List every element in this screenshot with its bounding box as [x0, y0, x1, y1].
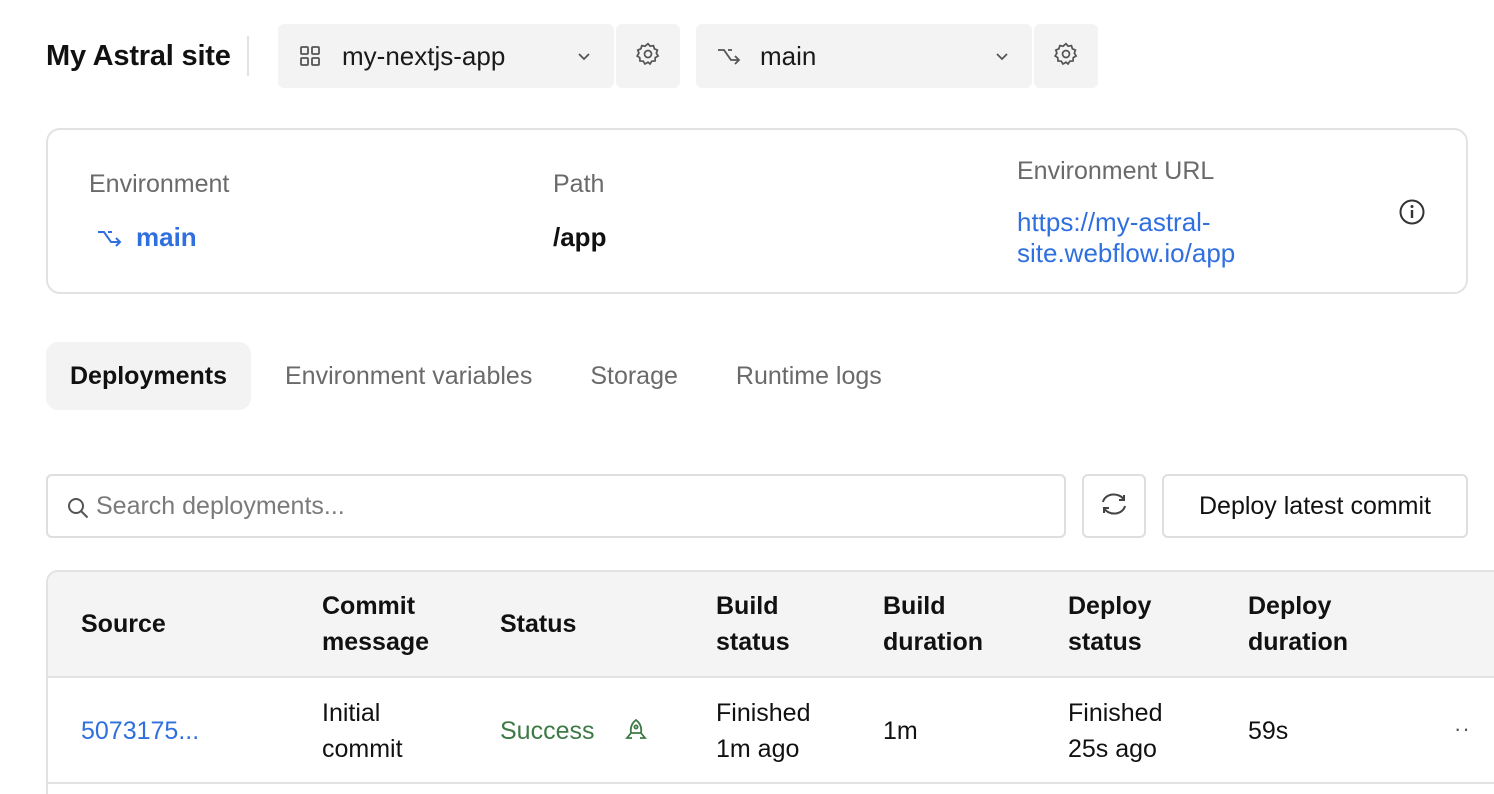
column-header-deploy-duration: Deploy duration: [1248, 592, 1348, 656]
build-status: Finished 1m ago: [716, 699, 811, 763]
column-header-commit-message: Commit message: [322, 592, 430, 656]
tab-storage[interactable]: Storage: [566, 342, 702, 410]
environment-branch-link[interactable]: main: [96, 222, 197, 253]
rocket-icon: [623, 718, 649, 744]
tab-deployments[interactable]: Deployments: [46, 342, 251, 410]
refresh-icon: [1098, 491, 1130, 522]
header: My Astral site: [46, 24, 249, 88]
deploy-status: Finished 25s ago: [1068, 699, 1163, 763]
deploy-latest-commit-button[interactable]: Deploy latest commit: [1162, 474, 1468, 538]
column-header-source: Source: [81, 610, 166, 638]
tabs: Deployments Environment variables Storag…: [46, 342, 916, 410]
gear-icon: [635, 41, 661, 72]
app-settings-button[interactable]: [616, 24, 680, 88]
path-label: Path: [553, 170, 605, 198]
column-header-build-duration: Build duration: [883, 592, 983, 656]
refresh-button[interactable]: [1082, 474, 1146, 538]
table-row[interactable]: 5073175... Initial commit Success Finishe…: [48, 678, 1494, 784]
environment-url-line2: site.webflow.io/app: [1017, 238, 1236, 268]
search-box: [46, 474, 1066, 538]
info-icon[interactable]: [1398, 198, 1426, 226]
app-select[interactable]: my-nextjs-app: [278, 24, 614, 88]
branch-icon: [96, 226, 126, 250]
status-badge: Success: [500, 717, 595, 745]
environment-url-label: Environment URL: [1017, 157, 1215, 185]
table-header: Source Commit message Status Build status …: [48, 572, 1494, 678]
environment-url-line1: https://my-astral-: [1017, 207, 1211, 237]
build-duration: 1m: [883, 717, 918, 745]
environment-branch-value: main: [136, 222, 197, 252]
column-header-deploy-status: Deploy status: [1068, 592, 1152, 656]
site-title: My Astral site: [46, 36, 249, 76]
search-icon: [66, 496, 90, 520]
branch-select[interactable]: main: [696, 24, 1032, 88]
branch-icon: [716, 44, 741, 68]
environment-url-link[interactable]: https://my-astral- site.webflow.io/app: [1017, 207, 1317, 269]
deployments-table: Source Commit message Status Build status …: [46, 570, 1494, 794]
environment-label: Environment: [89, 170, 230, 198]
app-select-value: my-nextjs-app: [342, 41, 506, 71]
column-header-build-status: Build status: [716, 592, 790, 656]
commit-message: Initial commit: [322, 699, 403, 763]
branch-select-value: main: [760, 41, 817, 71]
environment-card: Environment main Path /app Environment U…: [46, 128, 1468, 294]
source-commit-link[interactable]: 5073175...: [81, 713, 199, 749]
tab-runtime-logs[interactable]: Runtime logs: [712, 342, 906, 410]
path-value: /app: [553, 222, 607, 252]
branch-settings-button[interactable]: [1034, 24, 1098, 88]
chevron-down-icon: [994, 48, 1010, 64]
chevron-down-icon: [576, 48, 592, 64]
column-header-status: Status: [500, 610, 577, 638]
deploy-duration: 59s: [1248, 717, 1289, 745]
tab-environment-variables[interactable]: Environment variables: [261, 342, 556, 410]
search-input[interactable]: [96, 476, 1046, 536]
more-actions-icon[interactable]: ··: [1454, 716, 1471, 742]
gear-icon: [1053, 41, 1079, 72]
grid-icon: [298, 44, 322, 68]
